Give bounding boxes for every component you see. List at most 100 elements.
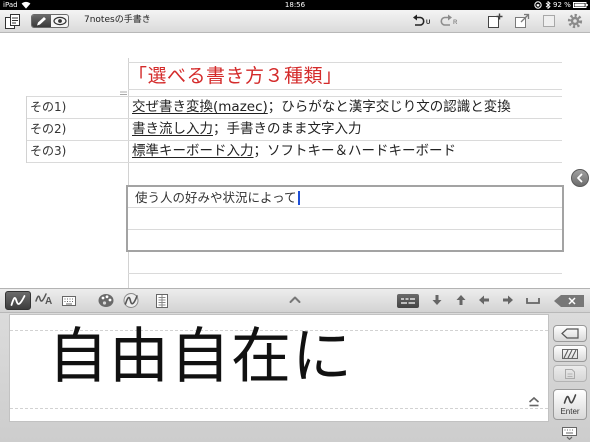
export-icon	[515, 13, 530, 28]
ruled-line	[128, 207, 562, 208]
arrow-right-icon	[503, 295, 513, 305]
handwriting-to-text-button[interactable]: A	[35, 292, 56, 309]
rotation-lock-icon	[534, 1, 542, 9]
ruled-line	[128, 229, 562, 230]
method-description: ；ひらがなと漢字交じり文の認識と変換	[267, 99, 511, 115]
keyboard-icon	[62, 296, 76, 306]
brush-icon	[123, 293, 139, 308]
notebook-icon	[5, 14, 20, 29]
app-screen: iPad 18:56 92 % 7notesの手書き U R 「選べる書き方３種…	[0, 0, 590, 442]
text-letter: A	[45, 296, 53, 307]
add-page-button[interactable]	[487, 13, 503, 29]
row-label[interactable]: その1)	[26, 96, 128, 118]
note-line[interactable]: 書き流し入力；手書きのまま文字入力	[132, 118, 362, 140]
guide-line	[10, 408, 548, 409]
row-label[interactable]: その3)	[26, 140, 128, 162]
delete-icon	[561, 328, 579, 339]
hide-keyboard-icon	[562, 427, 577, 440]
undo-badge: U	[426, 20, 431, 26]
space-button[interactable]	[525, 294, 541, 306]
method-term: 書き流し入力	[132, 121, 213, 137]
hide-keyboard-button[interactable]	[561, 427, 578, 440]
handwriting-ink: 自由自在に	[48, 322, 353, 392]
method-description: ；手書きのまま文字入力	[213, 121, 362, 137]
handwriting-stroke-icon	[563, 394, 577, 404]
row-label[interactable]: その2)	[26, 118, 128, 140]
status-bar: iPad 18:56 92 %	[0, 0, 590, 10]
backspace-icon	[554, 295, 584, 307]
export-button[interactable]	[514, 13, 530, 29]
edit-view-toggle	[31, 14, 69, 28]
page-up-icon	[528, 396, 540, 407]
text-cursor	[297, 191, 300, 205]
mazec-keyboard-icon	[401, 298, 415, 304]
page-up-button[interactable]	[527, 396, 541, 408]
handwriting-canvas[interactable]: 自由自在に	[9, 314, 549, 422]
redo-icon	[440, 14, 452, 26]
redo-badge: R	[453, 20, 458, 26]
method-description: ；ソフトキー＆ハードキーボード	[253, 143, 457, 159]
handwriting-mode-button[interactable]	[5, 291, 31, 310]
wifi-icon	[21, 1, 31, 9]
keyboard-mode-button[interactable]	[60, 293, 78, 308]
pen-icon	[37, 17, 46, 26]
move-right-button[interactable]	[502, 294, 514, 306]
battery-percent: 92 %	[553, 1, 571, 9]
expand-side-panel-button[interactable]	[571, 169, 589, 187]
note-title: 7notesの手書き	[84, 15, 151, 25]
collapse-panel-button[interactable]	[287, 293, 303, 307]
enter-button[interactable]: Enter	[553, 389, 587, 420]
method-term: 標準キーボード入力	[132, 143, 254, 159]
undo-button[interactable]: U	[412, 13, 434, 29]
move-left-button[interactable]	[478, 294, 490, 306]
redo-button[interactable]: R	[439, 13, 461, 29]
palette-icon	[98, 294, 114, 307]
add-page-icon	[488, 13, 503, 28]
page-layout-icon	[156, 294, 168, 308]
mazec-keyboard-button[interactable]	[397, 294, 419, 308]
edit-mode-button[interactable]	[32, 15, 51, 27]
pen-style-button[interactable]	[122, 292, 140, 309]
view-mode-button[interactable]	[51, 15, 68, 27]
chevron-up-icon	[289, 296, 301, 303]
clear-hatch-icon	[562, 349, 578, 359]
device-name: iPad	[3, 1, 18, 9]
panel-option-button[interactable]	[553, 365, 587, 382]
input-line: 使う人の好みや状況によって	[135, 190, 300, 206]
move-down-button[interactable]	[431, 294, 443, 306]
eye-icon	[53, 16, 67, 26]
bluetooth-icon	[545, 1, 551, 9]
backspace-button[interactable]	[553, 294, 586, 308]
note-line[interactable]: 標準キーボード入力；ソフトキー＆ハードキーボード	[132, 140, 456, 162]
ruled-line	[128, 273, 562, 274]
move-up-button[interactable]	[455, 294, 467, 306]
battery-icon	[573, 2, 588, 8]
handwriting-stroke-icon	[10, 295, 26, 306]
undo-icon	[413, 14, 425, 26]
enter-label: Enter	[560, 407, 580, 416]
clear-ink-button[interactable]	[553, 345, 587, 362]
note-heading[interactable]: 「選べる書き方３種類」	[128, 63, 343, 89]
delete-char-button[interactable]	[553, 325, 587, 342]
method-term: 交ぜ書き変換(mazec)	[132, 99, 268, 115]
duplicate-icon	[543, 15, 555, 27]
ruled-line	[26, 162, 562, 163]
page-layout-button[interactable]	[154, 292, 170, 309]
gear-icon	[567, 13, 583, 29]
document-icon	[565, 369, 575, 379]
text-input-box[interactable]: 使う人の好みや状況によって	[126, 185, 564, 252]
space-icon	[526, 298, 540, 304]
note-line[interactable]: 交ぜ書き変換(mazec)；ひらがなと漢字交じり文の認識と変換	[132, 96, 511, 118]
chevron-left-icon	[577, 173, 583, 183]
arrow-down-icon	[432, 295, 442, 305]
ruled-line	[128, 89, 562, 90]
status-time: 18:56	[284, 1, 306, 9]
duplicate-button[interactable]	[541, 13, 557, 29]
settings-button[interactable]	[567, 13, 583, 29]
arrow-up-icon	[456, 295, 466, 305]
color-palette-button[interactable]	[97, 292, 115, 309]
arrow-left-icon	[479, 295, 489, 305]
notebook-list-button[interactable]	[4, 13, 21, 30]
input-text: 使う人の好みや状況によって	[135, 190, 297, 205]
margin-line	[128, 58, 129, 288]
